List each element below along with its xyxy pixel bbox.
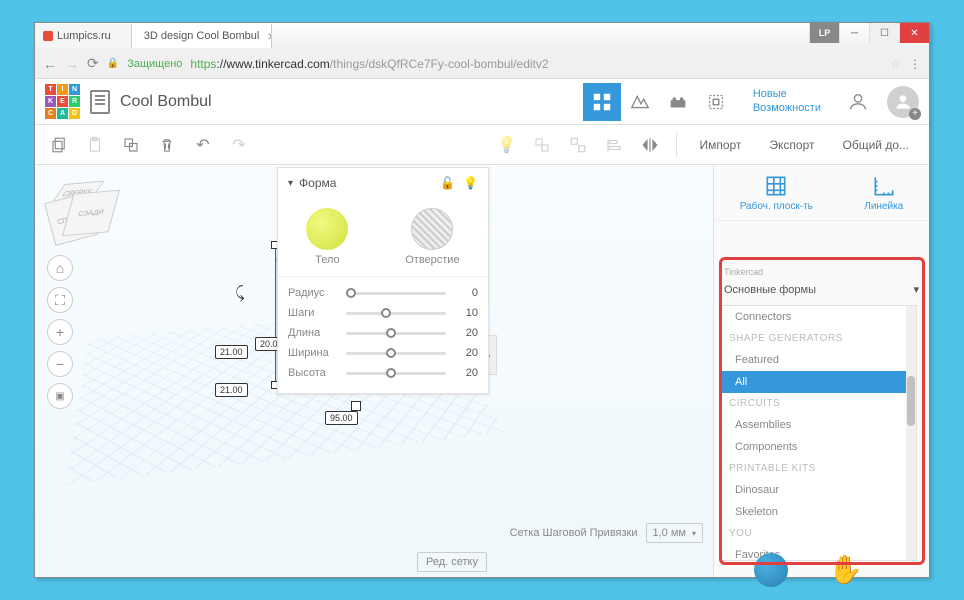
workspace: 81.00 0.00 21.00 20.00 21.00 95.00 ⤻ ⤹ ⤸…: [35, 165, 929, 577]
ungroup-button[interactable]: [564, 131, 592, 159]
browser-menu-icon[interactable]: ⋮: [909, 57, 921, 71]
tinkercad-logo[interactable]: TIN KER CAD: [45, 84, 80, 119]
dim-w3[interactable]: 21.00: [215, 383, 248, 397]
bricks-button[interactable]: [659, 83, 697, 121]
edit-grid-button[interactable]: Ред. сетку: [417, 552, 487, 572]
bookmark-icon[interactable]: ☆: [890, 57, 901, 71]
snap-label: Сетка Шаговой Привязки: [510, 527, 638, 539]
prop-label: Ширина: [288, 347, 338, 359]
dim-w1[interactable]: 21.00: [215, 345, 248, 359]
prop-row: Радиус 0: [288, 283, 478, 303]
ext-button[interactable]: LP: [809, 23, 839, 43]
prop-slider[interactable]: [346, 372, 446, 375]
prop-label: Радиус: [288, 287, 338, 299]
shapes-panel: Рабоч. плоск-ть Линейка Tinkercad Основн…: [713, 165, 929, 577]
app-header: TIN KER CAD Cool Bombul НовыеВозможности: [35, 79, 929, 125]
window-close-button[interactable]: ✕: [899, 23, 929, 43]
home-view-button[interactable]: ⌂: [47, 255, 73, 281]
group-button[interactable]: [528, 131, 556, 159]
prop-label: Шаги: [288, 307, 338, 319]
avatar[interactable]: [887, 86, 919, 118]
prop-label: Высота: [288, 367, 338, 379]
rotate-arrow-icon[interactable]: ⤹: [235, 285, 245, 303]
prop-row: Шаги 10: [288, 303, 478, 323]
prop-value[interactable]: 20: [454, 347, 478, 359]
ruler-tool[interactable]: Линейка: [864, 173, 903, 212]
snap-dropdown[interactable]: 1,0 мм▾: [646, 523, 704, 543]
close-icon[interactable]: ×: [267, 28, 271, 44]
blocks-button[interactable]: [621, 83, 659, 121]
highlight-annotation: [719, 257, 925, 565]
zoom-out-button[interactable]: −: [47, 351, 73, 377]
back-button[interactable]: ←: [43, 56, 57, 72]
toolbar: ↶ ↷ 💡 Импорт Экспорт Общий до...: [35, 125, 929, 165]
reload-button[interactable]: ⟳: [87, 55, 99, 72]
share-button[interactable]: Общий до...: [833, 138, 920, 152]
undo-button[interactable]: ↶: [189, 131, 217, 159]
prop-value[interactable]: 20: [454, 367, 478, 379]
dim-len[interactable]: 95.00: [325, 411, 358, 425]
align-button[interactable]: [600, 131, 628, 159]
document-icon[interactable]: [90, 90, 110, 114]
tab-tinkercad[interactable]: 3D design Cool Bombul×: [132, 24, 272, 48]
titlebar: Lumpics.ru 3D design Cool Bombul× LP ─ ☐…: [35, 23, 929, 49]
shape-properties-panel: ▾ Форма 🔓 💡 Тело Отверстие Радиус 0 Шаги 10 Д…: [277, 167, 489, 394]
redo-button[interactable]: ↷: [225, 131, 253, 159]
prop-row: Длина 20: [288, 323, 478, 343]
workplane-tool[interactable]: Рабоч. плоск-ть: [740, 173, 813, 212]
bulb-icon[interactable]: 💡: [463, 176, 478, 190]
prop-label: Длина: [288, 327, 338, 339]
maximize-button[interactable]: ☐: [869, 23, 899, 43]
copy-button[interactable]: [45, 131, 73, 159]
prop-value[interactable]: 0: [454, 287, 478, 299]
prop-row: Ширина 20: [288, 343, 478, 363]
bulb-button[interactable]: 💡: [492, 131, 520, 159]
prop-slider[interactable]: [346, 352, 446, 355]
canvas-footer: Ред. сетку: [35, 547, 497, 577]
project-name[interactable]: Cool Bombul: [120, 93, 212, 111]
prop-value[interactable]: 20: [454, 327, 478, 339]
new-features-link[interactable]: НовыеВозможности: [745, 88, 829, 114]
prop-slider[interactable]: [346, 312, 446, 315]
prop-row: Высота 20: [288, 363, 478, 383]
delete-button[interactable]: [153, 131, 181, 159]
hole-swatch[interactable]: Отверстие: [405, 208, 459, 266]
secure-label: Защищено: [127, 58, 182, 70]
url-field[interactable]: https://www.tinkercad.com/things/dskQfRC…: [190, 57, 882, 71]
view-cube[interactable]: СВЕРХУ СПРАВА СЗАДИ: [43, 183, 103, 243]
duplicate-button[interactable]: [117, 131, 145, 159]
export-button[interactable]: Экспорт: [759, 138, 824, 152]
add-user-button[interactable]: [839, 83, 877, 121]
tab-lumpics[interactable]: Lumpics.ru: [35, 24, 132, 48]
prop-slider[interactable]: [346, 332, 446, 335]
prop-slider[interactable]: [346, 292, 446, 295]
address-bar: ← → ⟳ 🔒 Защищено https://www.tinkercad.c…: [35, 49, 929, 79]
panel-title: Форма: [299, 176, 336, 190]
browser-window: Lumpics.ru 3D design Cool Bombul× LP ─ ☐…: [34, 22, 930, 578]
import-button[interactable]: Импорт: [689, 138, 751, 152]
chevron-down-icon: ▾: [692, 529, 696, 538]
code-button[interactable]: [697, 83, 735, 121]
fit-view-button[interactable]: ⛶: [47, 287, 73, 313]
minimize-button[interactable]: ─: [839, 23, 869, 43]
prop-value[interactable]: 10: [454, 307, 478, 319]
paste-button[interactable]: [81, 131, 109, 159]
favicon: [43, 31, 53, 41]
chevron-down-icon[interactable]: ▾: [288, 178, 293, 189]
canvas-3d[interactable]: 81.00 0.00 21.00 20.00 21.00 95.00 ⤻ ⤹ ⤸…: [35, 165, 713, 577]
lock-icon: 🔒: [107, 58, 119, 69]
mirror-button[interactable]: [636, 131, 664, 159]
solid-swatch[interactable]: Тело: [306, 208, 348, 266]
ortho-button[interactable]: ▣: [47, 383, 73, 409]
lock-icon[interactable]: 🔓: [440, 176, 455, 190]
zoom-in-button[interactable]: +: [47, 319, 73, 345]
grid-view-button[interactable]: [583, 83, 621, 121]
forward-button[interactable]: →: [65, 56, 79, 72]
